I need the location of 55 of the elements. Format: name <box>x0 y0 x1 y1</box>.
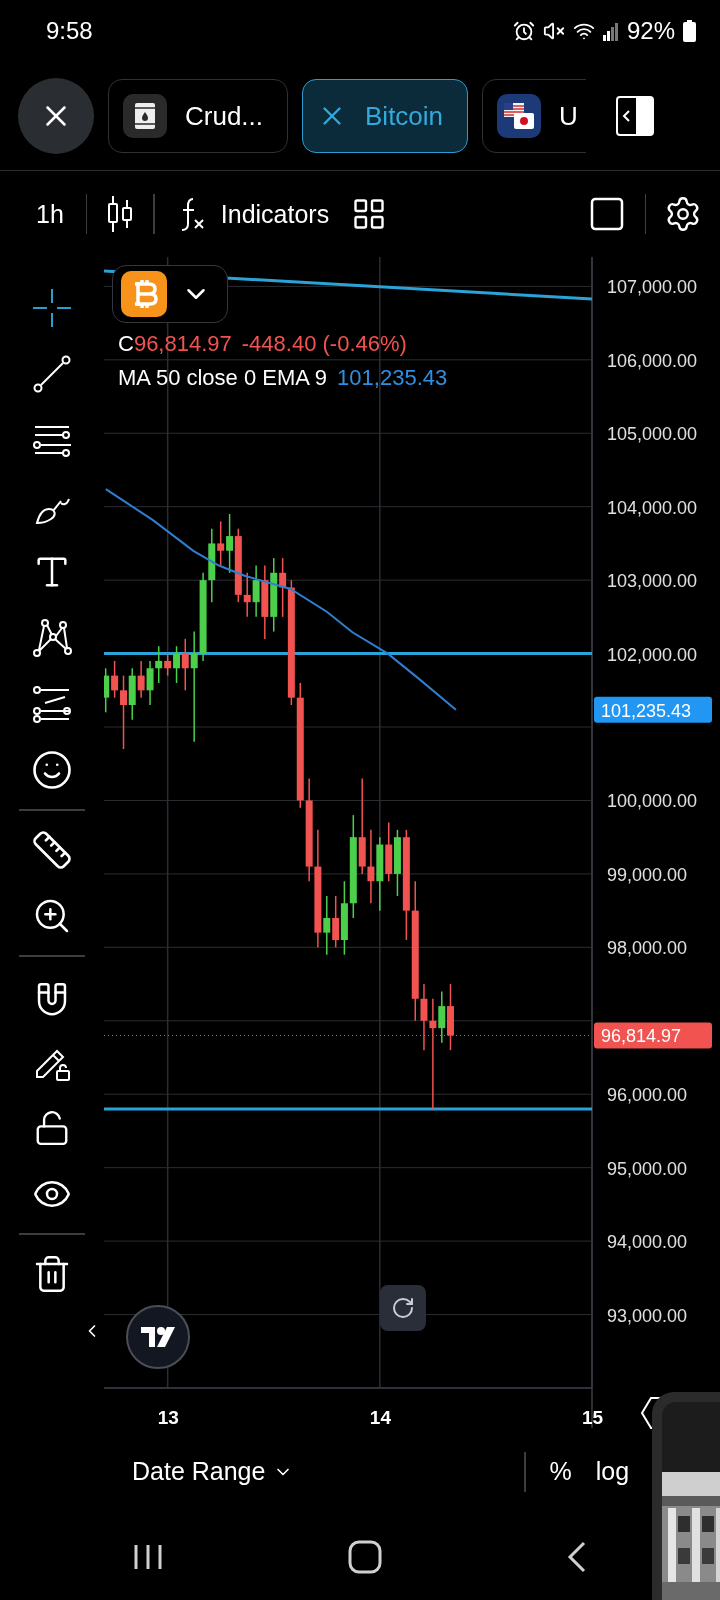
symbol-button[interactable] <box>112 265 228 323</box>
fib-icon <box>31 683 73 725</box>
price-label: 96,000.00 <box>607 1085 688 1106</box>
price-label: 93,000.00 <box>607 1305 688 1326</box>
home-icon[interactable] <box>348 1539 382 1574</box>
flag-icon <box>497 94 542 138</box>
log-button[interactable]: log <box>571 1457 630 1486</box>
video-overlay[interactable] <box>652 1392 720 1600</box>
crosshair-icon <box>31 287 73 329</box>
price-label: 107,000.00 <box>607 277 698 298</box>
battery-percent: 92% <box>626 17 675 45</box>
price-label: 105,000.00 <box>607 424 698 445</box>
reset-button[interactable] <box>380 1285 426 1331</box>
date-label: 15 <box>582 1407 604 1428</box>
pattern-icon <box>31 617 73 659</box>
price-badge: 101,235.43 <box>594 696 712 723</box>
signal-icon <box>602 21 619 41</box>
interval-button[interactable]: 1h <box>32 195 68 233</box>
symbol-tab[interactable]: U <box>482 79 587 153</box>
barrel-icon <box>123 94 167 138</box>
price-label: 103,000.00 <box>607 571 698 592</box>
symbol-tab[interactable]: Crud... <box>108 79 289 153</box>
panel-collapse-icon[interactable] <box>616 96 655 136</box>
indicators-button[interactable]: Indicators <box>172 192 334 236</box>
price-label: 106,000.00 <box>607 350 698 371</box>
date-label: 14 <box>369 1407 391 1428</box>
price-label: 99,000.00 <box>607 864 688 885</box>
reset-icon <box>391 1296 415 1320</box>
line-tool-icon <box>31 353 73 395</box>
ruler-icon <box>31 829 73 871</box>
close-value: 96,814.97 <box>133 331 232 357</box>
study-value: 101,235.43 <box>337 365 448 391</box>
price-badge: 96,814.97 <box>594 1022 712 1049</box>
price-change: -448.40 (-0.46%) <box>241 331 407 357</box>
recents-icon[interactable] <box>132 1542 163 1571</box>
mute-icon <box>542 20 565 42</box>
alarm-icon <box>512 20 535 42</box>
study-name: MA 50 close 0 EMA 9 <box>118 365 328 391</box>
smiley-icon <box>31 749 73 791</box>
date-range-button[interactable]: Date Range <box>132 1457 524 1486</box>
symbol-tab[interactable]: Bitcoin <box>302 79 469 153</box>
percent-button[interactable]: % <box>525 1457 572 1486</box>
date-label: 13 <box>157 1407 179 1428</box>
price-label: 102,000.00 <box>607 644 698 665</box>
price-label: 94,000.00 <box>607 1232 688 1253</box>
price-label: 98,000.00 <box>607 938 688 959</box>
clock-time: 9:58 <box>46 17 93 45</box>
back-icon[interactable] <box>567 1540 588 1573</box>
coin-icon <box>121 271 167 317</box>
price-label: 100,000.00 <box>607 791 698 812</box>
price-label: 104,000.00 <box>607 497 698 518</box>
price-label: 95,000.00 <box>607 1158 688 1179</box>
battery-icon <box>683 20 696 42</box>
close-label: C <box>118 331 134 357</box>
logo-icon <box>141 1327 175 1347</box>
